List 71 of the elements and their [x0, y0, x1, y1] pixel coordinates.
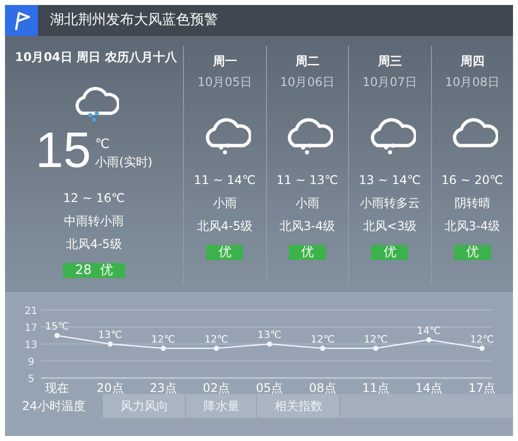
- weather-description: 中雨转小雨: [64, 212, 124, 230]
- data-point: [214, 346, 219, 351]
- data-point: [160, 346, 166, 351]
- alert-title[interactable]: 湖北荆州发布大风蓝色预警: [50, 10, 218, 31]
- date-label: 10月06日: [280, 74, 335, 91]
- alert-flag-badge[interactable]: [5, 5, 38, 36]
- current-temperature: 15: [36, 124, 92, 174]
- axis-tick-label: 17: [24, 323, 38, 334]
- axis-tick-label: 21: [24, 306, 38, 317]
- air-quality-badge: 优: [206, 245, 244, 260]
- date-line: 10月04日 周日 农历八月十八: [15, 49, 177, 66]
- axis-tick-label: 13: [24, 340, 38, 351]
- chart-tab[interactable]: 24小时温度: [5, 394, 104, 418]
- wind-info: 北风4-5级: [66, 236, 122, 252]
- data-label: 15℃: [45, 322, 69, 332]
- current-condition: 小雨(实时): [95, 154, 152, 170]
- weather-description: 小雨: [295, 195, 320, 212]
- weather-description: 小雨转多云: [360, 195, 420, 212]
- x-axis-label: 08点: [308, 381, 336, 394]
- temperature-range: 11 ~ 13℃: [276, 172, 338, 190]
- x-axis-label: 现在: [45, 381, 69, 394]
- air-quality-badge: 优: [371, 245, 408, 260]
- wind-info: 北风3-4级: [444, 218, 500, 236]
- date-label: 10月07日: [362, 74, 418, 91]
- weekday-label: 周一: [212, 53, 237, 70]
- data-point: [320, 346, 326, 351]
- chart-tab[interactable]: 降水量: [186, 394, 258, 418]
- x-axis-label: 23点: [150, 381, 177, 394]
- wind-info: 北风3-4级: [279, 218, 336, 236]
- temperature-unit: ℃: [95, 136, 111, 152]
- weekday-label: 周三: [378, 53, 402, 70]
- chart-tab[interactable]: 风力风向: [103, 394, 186, 418]
- wind-info: 北风<3级: [362, 218, 417, 236]
- air-quality-badge: 28 优: [63, 262, 125, 278]
- weekday-label: 周二: [295, 53, 320, 70]
- data-point: [108, 341, 113, 347]
- data-point: [479, 346, 485, 351]
- data-point: [266, 341, 272, 347]
- axis-tick-label: 9: [28, 357, 34, 368]
- data-label: 12℃: [470, 334, 494, 346]
- data-point: [426, 337, 432, 342]
- date-label: 10月08日: [444, 74, 500, 91]
- date-label: 10月05日: [197, 74, 252, 91]
- x-axis-label: 17点: [468, 381, 496, 394]
- wind-info: 北风4-5级: [196, 218, 253, 236]
- data-point: [373, 346, 378, 351]
- temperature-range: 12 ~ 16℃: [63, 190, 125, 206]
- data-label: 12℃: [151, 334, 176, 346]
- data-point: [54, 332, 60, 338]
- data-label: 12℃: [364, 334, 388, 346]
- temperature-range: 11 ~ 14℃: [194, 172, 256, 190]
- temperature-range: 13 ~ 14℃: [358, 172, 421, 190]
- weekday-label: 周四: [460, 53, 484, 70]
- weather-description: 小雨: [212, 195, 237, 212]
- x-axis-label: 05点: [256, 381, 284, 394]
- temperature-range: 16 ~ 20℃: [441, 172, 504, 190]
- x-axis-label: 20点: [96, 381, 124, 394]
- flag-icon: [12, 10, 30, 30]
- data-label: 14℃: [416, 326, 441, 337]
- x-axis-label: 11点: [362, 381, 390, 394]
- x-axis-label: 02点: [202, 381, 230, 394]
- axis-tick-label: 5: [28, 374, 34, 385]
- data-label: 13℃: [258, 330, 282, 341]
- x-axis-label: 14点: [415, 381, 443, 394]
- weather-description: 阴转晴: [454, 195, 490, 212]
- data-label: 12℃: [204, 334, 228, 346]
- air-quality-badge: 优: [454, 245, 491, 260]
- data-label: 13℃: [98, 330, 122, 341]
- chart-tab[interactable]: 相关指数: [257, 394, 340, 418]
- data-label: 12℃: [310, 334, 335, 346]
- air-quality-badge: 优: [288, 245, 326, 260]
